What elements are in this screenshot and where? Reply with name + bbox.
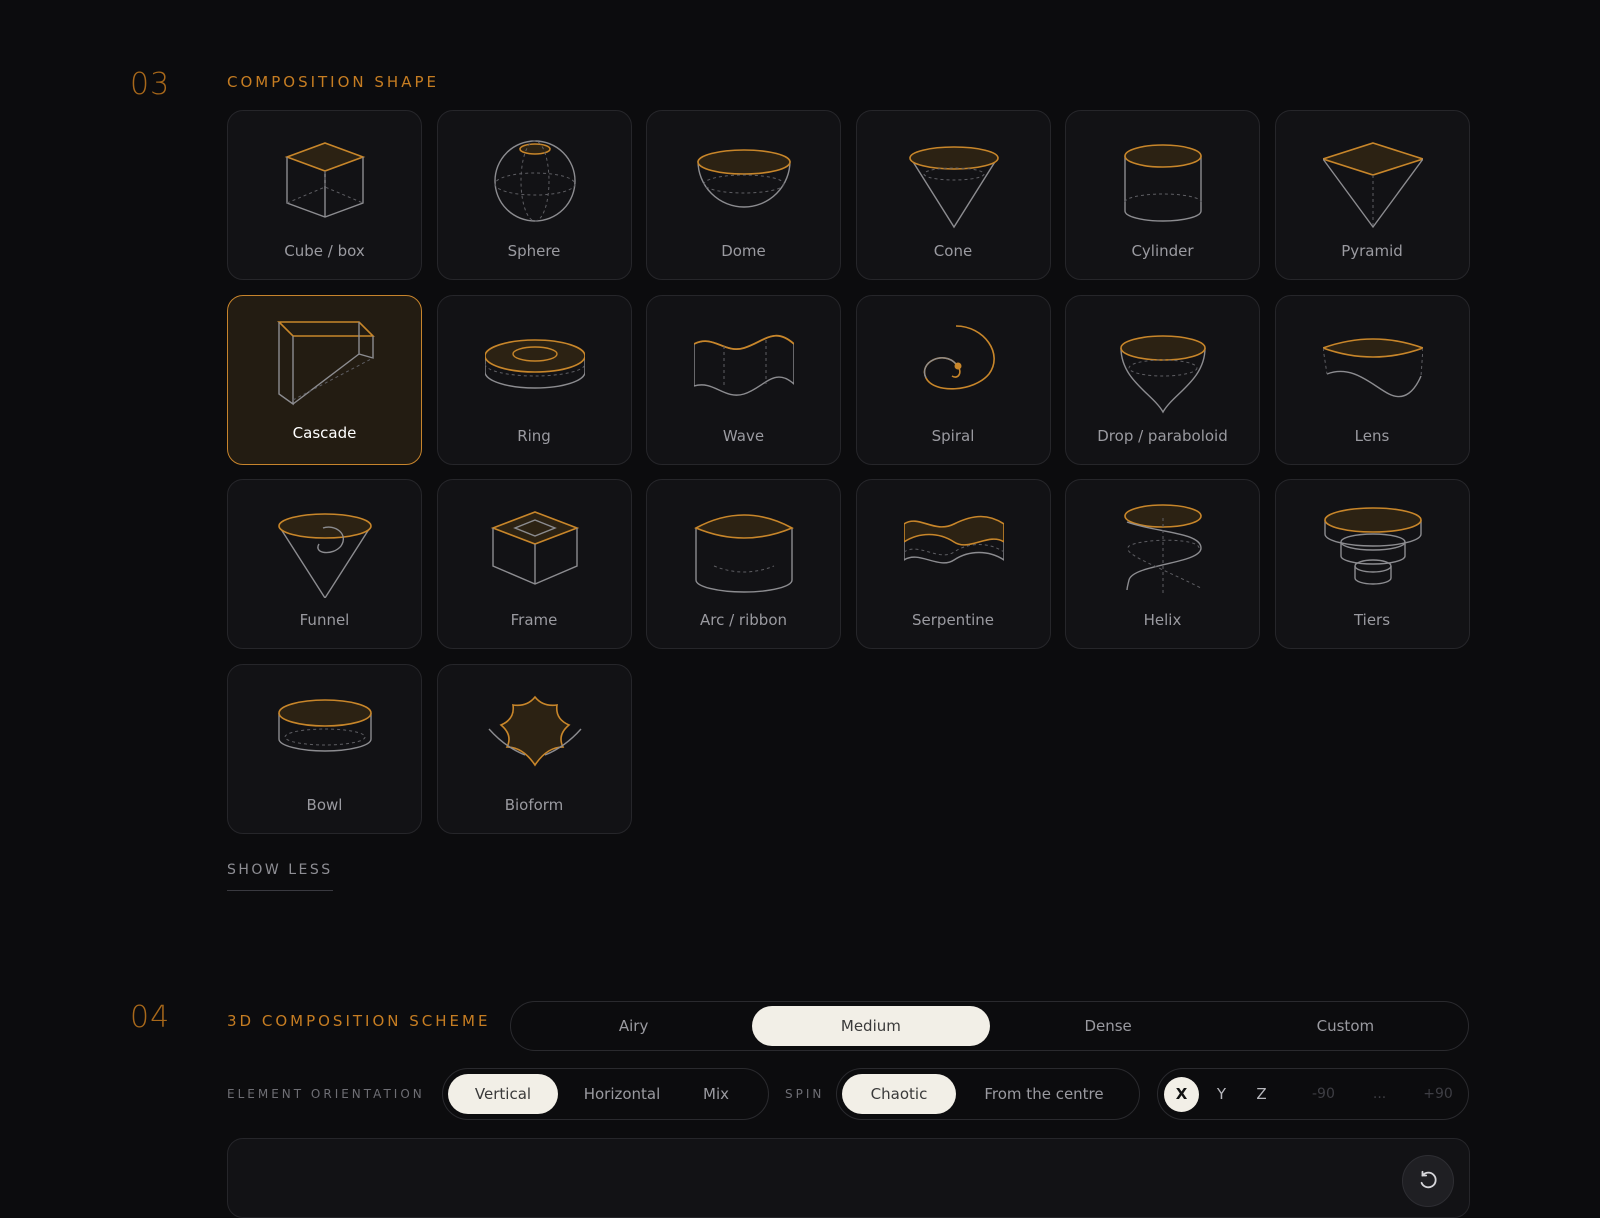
- shape-card-cone[interactable]: Cone: [855, 110, 1051, 280]
- shape-card-label: Helix: [1143, 611, 1182, 629]
- shape-card-bioform[interactable]: Bioform: [436, 663, 632, 834]
- axis-y-button[interactable]: Y: [1204, 1077, 1239, 1112]
- orientation-option-vertical[interactable]: Vertical: [448, 1074, 558, 1114]
- shape-card-label: Lens: [1354, 426, 1390, 445]
- shape-card-label: Cube / box: [284, 242, 365, 260]
- tiers-icon: [1323, 498, 1423, 598]
- wave-icon: [694, 314, 794, 414]
- rotation-axis-control: X Y Z -90 ... +90: [1157, 1068, 1469, 1120]
- ring-icon: [484, 314, 585, 414]
- shape-card-label: Cascade: [292, 423, 357, 442]
- shape-card-tiers[interactable]: Tiers: [1274, 479, 1470, 649]
- section-number-04: 04: [130, 1000, 171, 1035]
- shape-card-label: Cone: [933, 242, 973, 260]
- cylinder-icon: [1113, 129, 1213, 229]
- shape-card-label: Sphere: [507, 242, 561, 260]
- shape-card-label: Tiers: [1353, 611, 1391, 629]
- sphere-icon: [485, 129, 585, 229]
- shape-grid: Cube / box Sphere Dome Cone Cylinder Pyr…: [227, 110, 1470, 834]
- shape-card-wave[interactable]: Wave: [646, 294, 841, 465]
- section-title-3d-composition-scheme: 3D COMPOSITION SCHEME: [227, 1012, 491, 1030]
- orientation-segmented-control: Vertical Horizontal Mix: [442, 1068, 769, 1120]
- shape-card-label: Pyramid: [1341, 242, 1403, 260]
- shape-card-ring[interactable]: Ring: [436, 294, 632, 465]
- orientation-option-horizontal[interactable]: Horizontal: [558, 1074, 686, 1114]
- shape-card-arc[interactable]: Arc / ribbon: [646, 479, 841, 649]
- density-option-dense[interactable]: Dense: [990, 1006, 1227, 1046]
- frame-icon: [485, 498, 585, 598]
- shape-card-label: Serpentine: [912, 611, 994, 629]
- spiral-icon: [904, 314, 1004, 414]
- drop-icon: [1113, 314, 1213, 414]
- bowl-icon: [275, 683, 375, 783]
- density-option-custom[interactable]: Custom: [1227, 1006, 1464, 1046]
- shape-card-label: Bowl: [306, 795, 343, 814]
- pyramid-icon: [1322, 129, 1423, 229]
- shape-card-label: Funnel: [299, 611, 350, 629]
- spin-option-from-the-centre[interactable]: From the centre: [956, 1074, 1132, 1114]
- density-option-medium[interactable]: Medium: [752, 1006, 990, 1046]
- cube-icon: [275, 129, 375, 229]
- element-orientation-label: ELEMENT ORIENTATION: [227, 1087, 425, 1101]
- axis-z-button[interactable]: Z: [1244, 1077, 1279, 1112]
- orientation-option-mix[interactable]: Mix: [686, 1074, 746, 1114]
- funnel-icon: [275, 498, 375, 598]
- shape-card-serpentine[interactable]: Serpentine: [855, 479, 1051, 649]
- shape-card-lens[interactable]: Lens: [1274, 294, 1470, 465]
- helix-icon: [1113, 498, 1213, 598]
- shape-card-label: Wave: [722, 426, 765, 445]
- spin-segmented-control: Chaotic From the centre: [836, 1068, 1140, 1120]
- shape-card-label: Drop / paraboloid: [1097, 426, 1228, 445]
- shape-card-label: Bioform: [504, 795, 564, 814]
- range-min[interactable]: -90: [1312, 1086, 1335, 1102]
- reset-icon: [1420, 1170, 1437, 1189]
- range-max[interactable]: +90: [1423, 1086, 1453, 1102]
- shape-card-spiral[interactable]: Spiral: [855, 294, 1051, 465]
- shape-card-label: Dome: [721, 242, 766, 260]
- range-separator: ...: [1372, 1086, 1387, 1102]
- lens-icon: [1322, 314, 1423, 414]
- shape-card-label: Spiral: [931, 426, 975, 445]
- shape-card-label: Cylinder: [1131, 242, 1194, 260]
- dome-icon: [694, 129, 794, 229]
- shape-card-sphere[interactable]: Sphere: [436, 110, 632, 280]
- section-title-composition-shape: COMPOSITION SHAPE: [227, 73, 439, 91]
- spin-label: SPIN: [785, 1087, 825, 1101]
- shape-card-helix[interactable]: Helix: [1065, 479, 1260, 649]
- shape-card-pyramid[interactable]: Pyramid: [1274, 110, 1470, 280]
- serpentine-icon: [903, 498, 1004, 598]
- cascade-icon: [275, 318, 375, 418]
- shape-card-cylinder[interactable]: Cylinder: [1065, 110, 1260, 280]
- density-segmented-control: Airy Medium Dense Custom: [510, 1001, 1469, 1051]
- shape-card-bowl[interactable]: Bowl: [227, 663, 422, 834]
- spin-option-chaotic[interactable]: Chaotic: [842, 1074, 956, 1114]
- shape-card-cube[interactable]: Cube / box: [227, 110, 422, 280]
- shape-card-label: Ring: [517, 426, 551, 445]
- section-number-03: 03: [130, 67, 171, 102]
- preview-panel: [227, 1138, 1470, 1218]
- shape-card-drop[interactable]: Drop / paraboloid: [1065, 294, 1260, 465]
- density-option-airy[interactable]: Airy: [515, 1006, 752, 1046]
- shape-card-cascade[interactable]: Cascade: [227, 294, 422, 465]
- shape-card-label: Frame: [510, 611, 558, 629]
- shape-card-dome[interactable]: Dome: [646, 110, 841, 280]
- shape-card-frame[interactable]: Frame: [436, 479, 632, 649]
- shape-card-label: Arc / ribbon: [700, 611, 787, 629]
- shape-card-funnel[interactable]: Funnel: [227, 479, 422, 649]
- cone-icon: [904, 129, 1004, 229]
- reset-button[interactable]: [1402, 1155, 1454, 1207]
- axis-x-button[interactable]: X: [1164, 1076, 1199, 1112]
- show-less-button[interactable]: SHOW LESS: [227, 862, 333, 891]
- bioform-icon: [485, 683, 585, 783]
- arc-icon: [694, 498, 794, 598]
